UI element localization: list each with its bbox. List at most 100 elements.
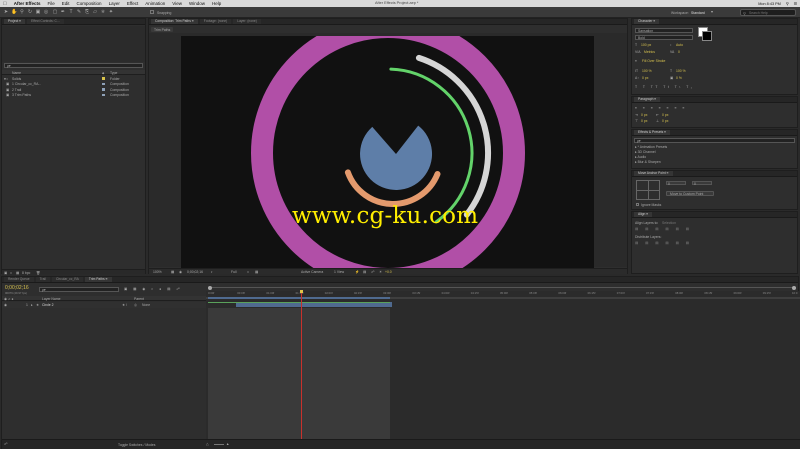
- leading-value[interactable]: Auto: [676, 43, 683, 47]
- timeline-toggle-icon[interactable]: ▤: [363, 270, 366, 274]
- menu-effect[interactable]: Effect: [127, 1, 138, 6]
- tab-render-queue[interactable]: Render Queue: [4, 277, 34, 282]
- list-item[interactable]: ▾□ Solids Folder: [2, 76, 145, 81]
- playhead-line[interactable]: [301, 291, 303, 439]
- snapping-checkbox[interactable]: [150, 10, 154, 14]
- menu-view[interactable]: View: [172, 1, 182, 6]
- tracking-value[interactable]: 0: [678, 50, 680, 54]
- transparency-grid-icon[interactable]: ▩: [255, 270, 258, 274]
- space-before-value[interactable]: 0 px: [641, 119, 647, 123]
- tab-project[interactable]: Project ≡: [4, 19, 26, 24]
- menu-edit[interactable]: Edit: [62, 1, 70, 6]
- pan-behind-tool-icon[interactable]: ◎: [43, 10, 49, 15]
- tab-align[interactable]: Align ≡: [634, 212, 653, 217]
- search-icon[interactable]: ⚲: [786, 1, 789, 6]
- indent-left-value[interactable]: 0 px: [641, 113, 647, 117]
- navigator-end-handle[interactable]: [792, 285, 796, 290]
- pen-tool-icon[interactable]: ✒: [60, 10, 66, 15]
- new-comp-icon[interactable]: ▦: [16, 271, 19, 275]
- comp-breadcrumb[interactable]: Trim Paths: [151, 27, 174, 32]
- indent-right-value[interactable]: 0 px: [662, 113, 668, 117]
- camera-dropdown[interactable]: Active Camera: [301, 270, 323, 274]
- clock-text[interactable]: Mon 8:43 PM: [758, 2, 781, 6]
- list-item[interactable]: ▣ 3 Trim Paths Composition: [2, 93, 145, 98]
- menu-file[interactable]: File: [48, 1, 55, 6]
- layer-switches[interactable]: ★ /: [122, 303, 127, 307]
- zoom-slider[interactable]: [214, 444, 224, 445]
- layer-name-header[interactable]: Layer Name: [42, 297, 60, 301]
- col-name-header[interactable]: Name: [12, 71, 21, 75]
- timeline-layer-row[interactable]: ◉ 1 ▸ ★ Circle 2 ★ / ◎ None: [2, 302, 206, 308]
- pick-whip-icon[interactable]: ◎: [134, 303, 137, 307]
- vertical-scale-value[interactable]: 100 %: [642, 69, 652, 73]
- project-search-input[interactable]: ρ▾: [4, 63, 143, 68]
- parent-header[interactable]: Parent: [134, 297, 144, 301]
- list-item[interactable]: ▣ 2 Trail Composition: [2, 87, 145, 92]
- label-color-swatch[interactable]: [102, 77, 105, 80]
- tab-effect-controls[interactable]: Effect Controls: C...: [27, 19, 64, 24]
- puppet-tool-icon[interactable]: ✦: [108, 10, 114, 15]
- font-family-dropdown[interactable]: Sansation: [635, 28, 693, 33]
- menu-layer[interactable]: Layer: [109, 1, 120, 6]
- font-size-value[interactable]: 100 px: [641, 43, 651, 47]
- apple-icon[interactable]: : [3, 1, 7, 7]
- navigator-start-handle[interactable]: [208, 285, 212, 290]
- trash-icon[interactable]: 🗑: [36, 271, 40, 275]
- workspace-dropdown[interactable]: Standard: [691, 11, 705, 15]
- comp-mini-flowchart-icon[interactable]: ☍: [4, 442, 7, 446]
- menu-help[interactable]: Help: [212, 1, 221, 6]
- new-folder-icon[interactable]: □: [10, 271, 12, 275]
- views-dropdown[interactable]: 1 View: [334, 270, 344, 274]
- grid-icon[interactable]: ▦: [171, 270, 174, 274]
- tab-move-anchor-point[interactable]: Move Anchor Point ≡: [634, 171, 673, 176]
- navigator-bar[interactable]: [206, 285, 800, 290]
- menu-window[interactable]: Window: [189, 1, 205, 6]
- move-to-custom-point-button[interactable]: Move to Custom Point: [666, 191, 714, 196]
- resolution-dropdown[interactable]: Full: [231, 270, 236, 274]
- tsume-value[interactable]: 0 %: [676, 76, 682, 80]
- baseline-shift-value[interactable]: 0 px: [642, 76, 648, 80]
- list-item[interactable]: ▣ 1 Circular_cc_RA... Composition: [2, 82, 145, 87]
- search-help-field[interactable]: ⚲ Search Help: [740, 9, 796, 16]
- expand-arrow-icon[interactable]: ▸: [31, 303, 33, 307]
- selection-tool-icon[interactable]: ➤: [3, 10, 9, 15]
- eraser-tool-icon[interactable]: ▱: [92, 10, 98, 15]
- tab-layer[interactable]: Layer: (none): [233, 19, 261, 24]
- col-type-header[interactable]: Type: [110, 71, 117, 75]
- interpret-footage-icon[interactable]: ▣: [4, 271, 7, 275]
- visibility-icon[interactable]: ◉: [4, 303, 7, 307]
- align-buttons[interactable]: ▤ ▤ ▤ ▤ ▤ ▤: [635, 227, 692, 231]
- rotate-tool-icon[interactable]: ↻: [27, 10, 33, 15]
- exposure-value[interactable]: +0.0: [385, 270, 392, 274]
- show-channel-icon[interactable]: ◐: [211, 270, 213, 274]
- comp-canvas[interactable]: [181, 36, 594, 268]
- tab-circular[interactable]: Circular_cc_RA: [51, 277, 83, 282]
- parent-dropdown[interactable]: None: [142, 303, 150, 307]
- timeline-track-area[interactable]: [206, 290, 800, 439]
- zoom-dropdown[interactable]: 100%: [153, 270, 162, 274]
- tab-trail[interactable]: Trail: [35, 277, 50, 282]
- stroke-color-swatch[interactable]: [702, 31, 712, 41]
- hand-tool-icon[interactable]: ✋: [11, 10, 17, 15]
- brush-tool-icon[interactable]: ✎: [76, 10, 82, 15]
- roto-brush-tool-icon[interactable]: ✯: [100, 10, 106, 15]
- bpc-label[interactable]: 8 bpc: [22, 271, 30, 275]
- timeline-switch-icons[interactable]: ▣ ▦ ◉ ◐ ● ▤ ☍: [124, 287, 182, 291]
- workspace-chevron-icon[interactable]: ▾: [711, 9, 713, 15]
- effects-search-input[interactable]: ρ▾: [634, 138, 795, 143]
- menu-app-name[interactable]: After Effects: [14, 1, 41, 6]
- tab-footage[interactable]: Footage: (none): [199, 19, 232, 24]
- comp-timecode[interactable]: 0;00;02;16: [187, 270, 203, 274]
- clone-stamp-tool-icon[interactable]: ⎘: [84, 10, 90, 15]
- font-style-dropdown[interactable]: Bold: [635, 35, 693, 40]
- ignore-masks-checkbox[interactable]: [636, 203, 639, 206]
- effects-category-item[interactable]: ▸ * Animation Presets: [635, 145, 667, 149]
- zoom-out-icon[interactable]: △: [206, 442, 209, 446]
- faux-style-buttons[interactable]: T T TT Tt T¹ T₁: [635, 85, 694, 89]
- timeline-search-input[interactable]: ρ▾: [39, 287, 119, 292]
- fast-preview-icon[interactable]: ⚡: [355, 270, 359, 274]
- layer-name[interactable]: Circle 2: [42, 303, 54, 307]
- tab-paragraph[interactable]: Paragraph ≡: [634, 97, 661, 102]
- effects-category-item[interactable]: ▸ Blur & Sharpen: [635, 160, 661, 164]
- region-of-interest-icon[interactable]: □: [247, 270, 249, 274]
